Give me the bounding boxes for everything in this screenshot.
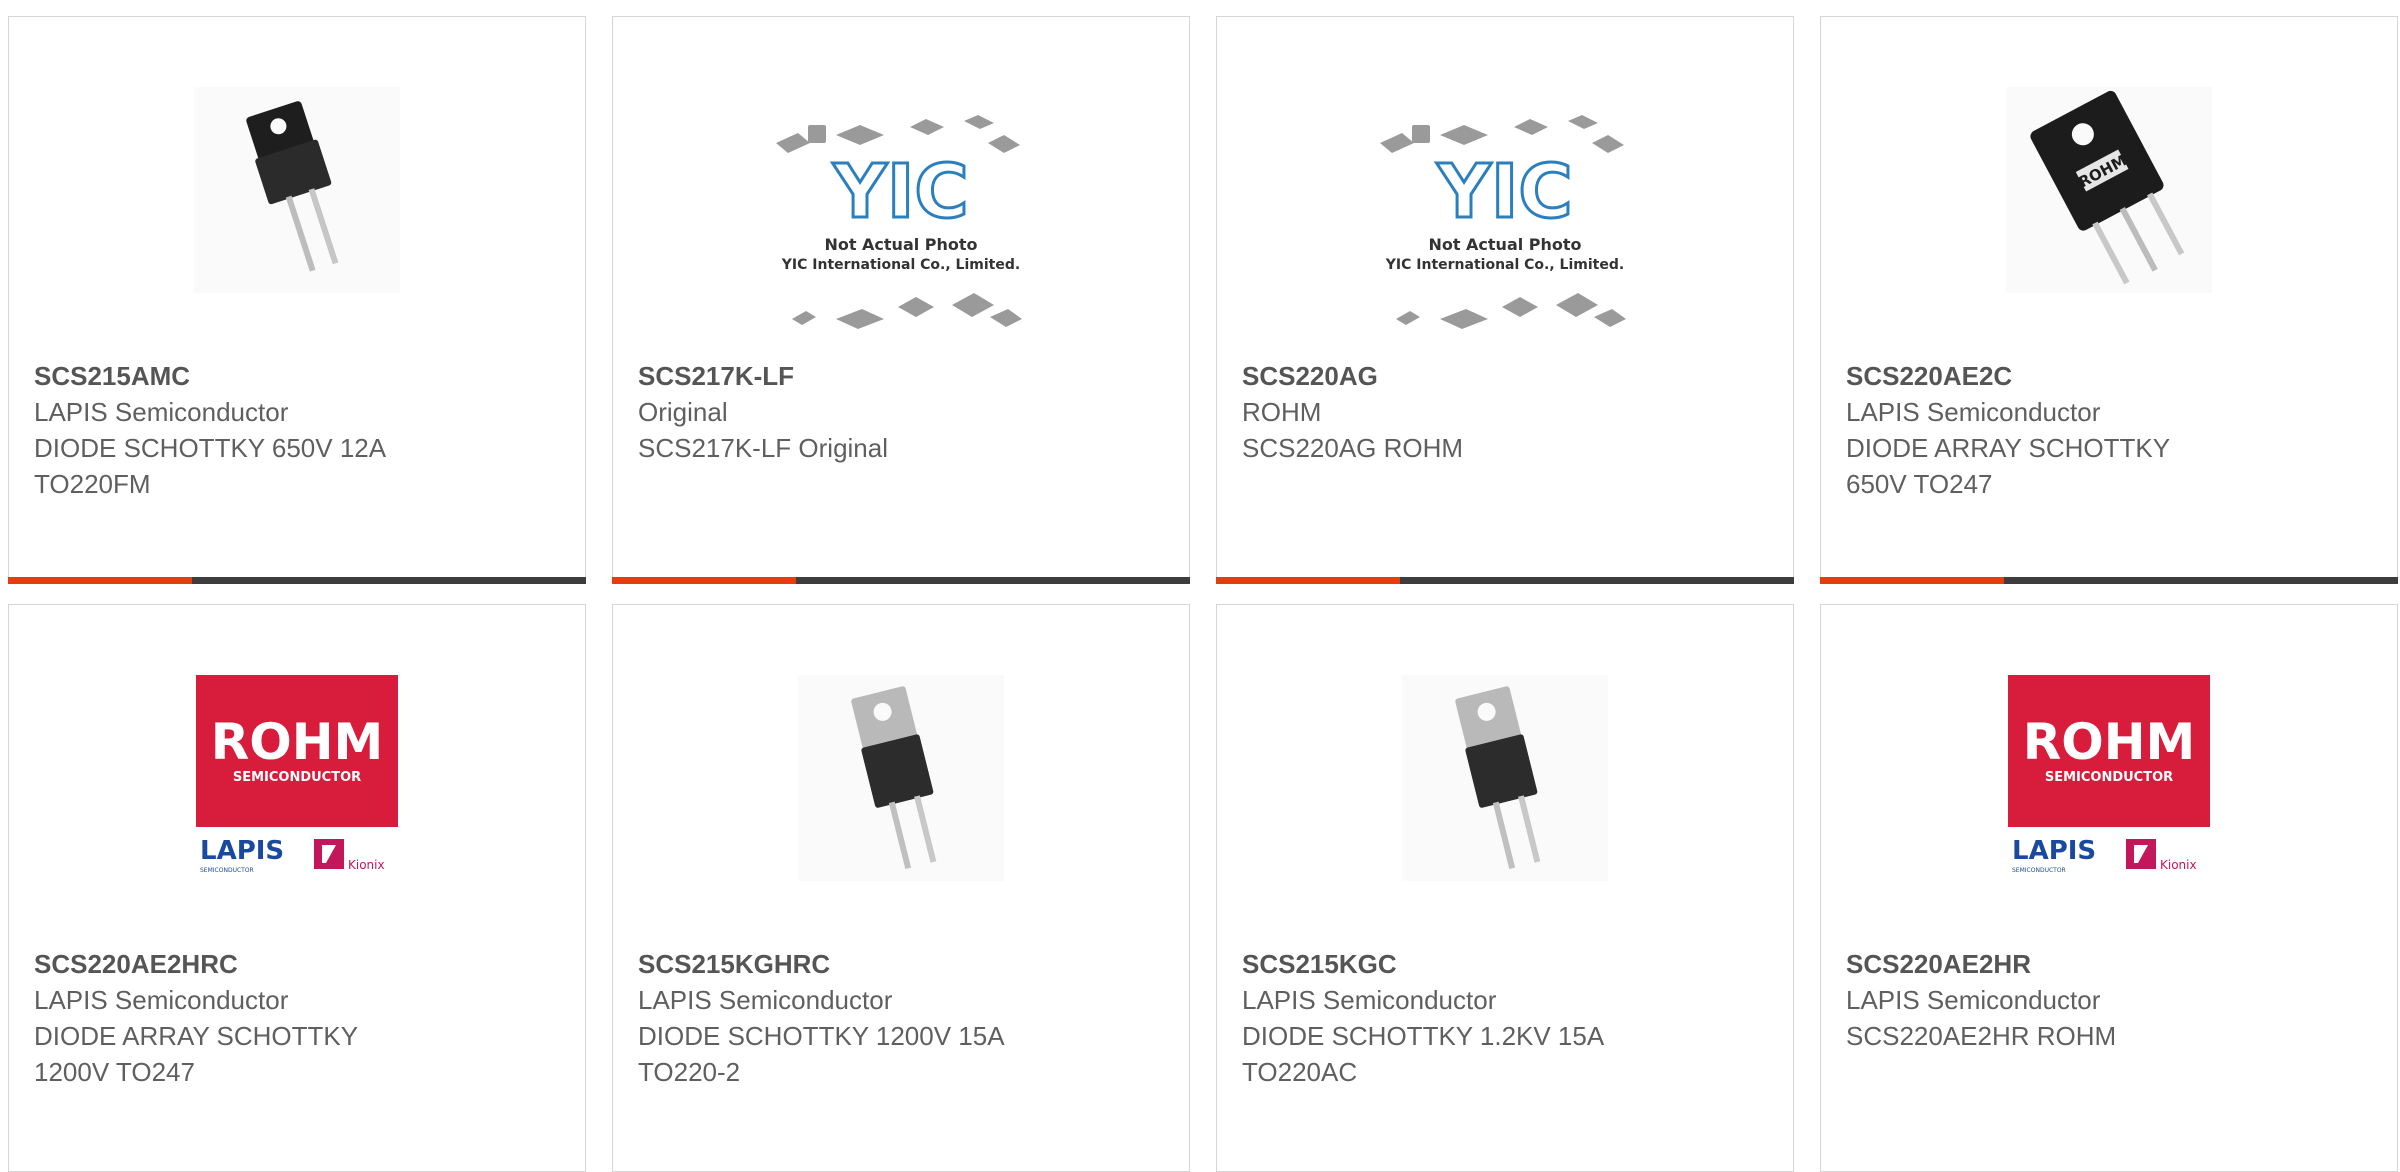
yic-placeholder-icon: YIC Not Actual Photo YIC International C… bbox=[776, 115, 1022, 329]
manufacturer: LAPIS Semiconductor bbox=[34, 985, 289, 1015]
part-number-link[interactable]: SCS215KGC bbox=[1242, 946, 1662, 982]
rohm-brand: ROHM bbox=[2023, 713, 2196, 771]
product-image[interactable]: YIC Not Actual Photo YIC International C… bbox=[1372, 105, 1638, 355]
svg-text:YIC: YIC bbox=[832, 149, 968, 235]
to220-2-package-icon bbox=[1402, 675, 1608, 881]
product-image[interactable]: ROHM SEMICONDUCTOR LAPIS SEMICONDUCTOR K… bbox=[196, 675, 398, 877]
rohm-sub: SEMICONDUCTOR bbox=[2045, 770, 2173, 785]
part-number-link[interactable]: SCS220AE2C bbox=[1846, 358, 2266, 394]
card-bottom-bar bbox=[1216, 577, 1794, 584]
part-number-link[interactable]: SCS215AMC bbox=[34, 358, 454, 394]
manufacturer: ROHM bbox=[1242, 397, 1322, 427]
to220fm-package-icon bbox=[194, 87, 400, 293]
product-card[interactable]: SCS215KGHRC LAPIS Semiconductor DIODE SC… bbox=[612, 604, 1190, 1172]
product-card[interactable]: ROHM SEMICONDUCTOR LAPIS SEMICONDUCTOR K… bbox=[1820, 604, 2398, 1172]
part-number-link[interactable]: SCS217K-LF bbox=[638, 358, 1058, 394]
manufacturer: LAPIS Semiconductor bbox=[34, 397, 289, 427]
manufacturer: Original bbox=[638, 397, 728, 427]
card-accent-bar bbox=[1820, 577, 2004, 584]
yic-placeholder-icon: YIC Not Actual Photo YIC International C… bbox=[1380, 115, 1626, 329]
image-company: YIC International Co., Limited. bbox=[1385, 257, 1624, 273]
description: DIODE SCHOTTKY 1.2KV 15A bbox=[1242, 1021, 1605, 1051]
lapis-brand: LAPIS bbox=[2012, 836, 2096, 866]
card-accent-bar bbox=[612, 577, 796, 584]
part-number-link[interactable]: SCS220AG bbox=[1242, 358, 1662, 394]
rohm-sub: SEMICONDUCTOR bbox=[233, 770, 361, 785]
product-card[interactable]: YIC Not Actual Photo YIC International C… bbox=[1216, 16, 1794, 584]
product-card[interactable]: SCS215KGC LAPIS Semiconductor DIODE SCHO… bbox=[1216, 604, 1794, 1172]
description: DIODE ARRAY SCHOTTKY bbox=[34, 1021, 359, 1051]
lapis-sub: SEMICONDUCTOR bbox=[2012, 867, 2066, 874]
description: TO220AC bbox=[1242, 1057, 1358, 1087]
description: SCS220AE2HR ROHM bbox=[1846, 1021, 2117, 1051]
card-accent-bar bbox=[8, 577, 192, 584]
kionix-brand: Kionix bbox=[348, 858, 385, 872]
lapis-brand: LAPIS bbox=[200, 836, 284, 866]
card-bottom-bar bbox=[612, 577, 1190, 584]
to220-2-package-icon bbox=[798, 675, 1004, 881]
card-bottom-bar bbox=[1820, 577, 2398, 584]
product-image[interactable]: ROHM SEMICONDUCTOR LAPIS SEMICONDUCTOR K… bbox=[2008, 675, 2210, 877]
part-number-link[interactable]: SCS215KGHRC bbox=[638, 946, 1058, 982]
manufacturer: LAPIS Semiconductor bbox=[638, 985, 893, 1015]
description: SCS220AG ROHM bbox=[1242, 433, 1464, 463]
lapis-sub: SEMICONDUCTOR bbox=[200, 867, 254, 874]
kionix-brand: Kionix bbox=[2160, 858, 2197, 872]
product-grid: SCS215AMC LAPIS Semiconductor DIODE SCHO… bbox=[8, 16, 2398, 1172]
product-image[interactable] bbox=[194, 87, 400, 293]
description: DIODE SCHOTTKY 650V 12A bbox=[34, 433, 387, 463]
manufacturer: LAPIS Semiconductor bbox=[1846, 397, 2101, 427]
description: SCS217K-LF Original bbox=[638, 433, 888, 463]
description: TO220-2 bbox=[638, 1057, 741, 1087]
to247-package-icon: ROHM bbox=[2006, 87, 2212, 293]
product-card[interactable]: SCS215AMC LAPIS Semiconductor DIODE SCHO… bbox=[8, 16, 586, 584]
rohm-lapis-logo: ROHM SEMICONDUCTOR LAPIS SEMICONDUCTOR K… bbox=[196, 675, 398, 877]
image-note: Not Actual Photo bbox=[1428, 235, 1581, 254]
description: 650V TO247 bbox=[1846, 469, 1993, 499]
part-number-link[interactable]: SCS220AE2HR bbox=[1846, 946, 2266, 982]
description: 1200V TO247 bbox=[34, 1057, 195, 1087]
card-accent-bar bbox=[1216, 577, 1400, 584]
description: TO220FM bbox=[34, 469, 151, 499]
svg-text:YIC: YIC bbox=[1436, 149, 1572, 235]
description: DIODE SCHOTTKY 1200V 15A bbox=[638, 1021, 1005, 1051]
image-company: YIC International Co., Limited. bbox=[781, 257, 1020, 273]
rohm-brand: ROHM bbox=[211, 713, 384, 771]
part-number-link[interactable]: SCS220AE2HRC bbox=[34, 946, 454, 982]
product-card[interactable]: YIC Not Actual Photo YIC International C… bbox=[612, 16, 1190, 584]
card-bottom-bar bbox=[8, 577, 586, 584]
manufacturer: LAPIS Semiconductor bbox=[1846, 985, 2101, 1015]
product-image[interactable]: YIC Not Actual Photo YIC International C… bbox=[768, 105, 1034, 355]
product-card[interactable]: ROHM SEMICONDUCTOR LAPIS SEMICONDUCTOR K… bbox=[8, 604, 586, 1172]
product-image[interactable] bbox=[1402, 675, 1608, 881]
product-image[interactable]: ROHM bbox=[2006, 87, 2212, 293]
rohm-lapis-logo: ROHM SEMICONDUCTOR LAPIS SEMICONDUCTOR K… bbox=[2008, 675, 2210, 877]
product-card[interactable]: ROHM SCS220AE2C LAPIS Semiconductor DIOD… bbox=[1820, 16, 2398, 584]
description: DIODE ARRAY SCHOTTKY bbox=[1846, 433, 2171, 463]
product-image[interactable] bbox=[798, 675, 1004, 881]
manufacturer: LAPIS Semiconductor bbox=[1242, 985, 1497, 1015]
image-note: Not Actual Photo bbox=[824, 235, 977, 254]
